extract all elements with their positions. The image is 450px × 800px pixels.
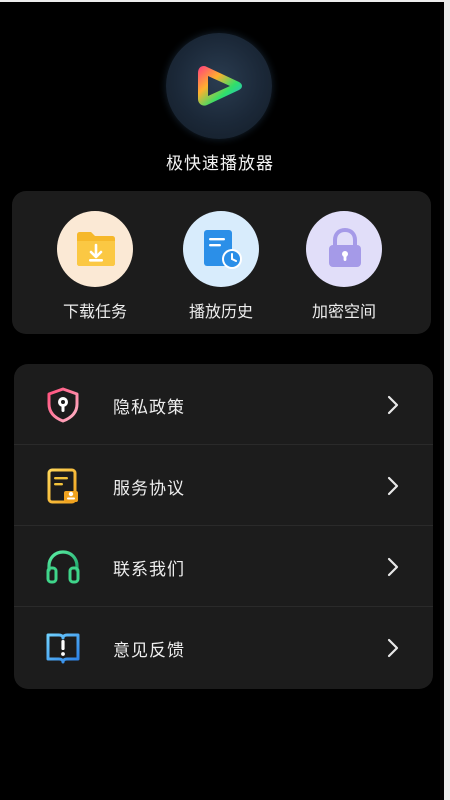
menu-item-service-agreement[interactable]: 服务协议 [14, 445, 433, 526]
history-document-clock-icon [204, 230, 242, 269]
contact-us-label: 联系我们 [113, 560, 185, 580]
chevron-right-icon [387, 395, 399, 415]
play-triangle-logo-icon [198, 66, 242, 106]
menu-item-feedback[interactable]: 意见反馈 [14, 607, 433, 688]
encrypted-space-label: 加密空间 [311, 302, 376, 321]
service-agreement-label: 服务协议 [113, 479, 185, 499]
app-name: 极快速播放器 [166, 154, 274, 174]
feedback-book-icon [46, 633, 80, 664]
feedback-label: 意见反馈 [113, 641, 185, 661]
app-logo [166, 33, 272, 139]
chevron-right-icon [387, 638, 399, 658]
privacy-policy-label: 隐私政策 [113, 398, 185, 418]
download-tasks-label: 下载任务 [62, 302, 127, 321]
settings-menu: 隐私政策 服务协议 联系我们 意见反馈 [14, 364, 433, 689]
chevron-right-icon [387, 476, 399, 496]
encrypted-space-icon-bg [306, 211, 382, 287]
right-border [444, 0, 450, 800]
play-history-label: 播放历史 [188, 302, 253, 321]
chevron-right-icon [387, 557, 399, 577]
agreement-document-icon [47, 468, 78, 504]
download-tasks-button[interactable]: 下载任务 [35, 211, 155, 321]
top-border [0, 0, 450, 2]
menu-item-contact-us[interactable]: 联系我们 [14, 526, 433, 607]
shield-keyhole-icon [47, 387, 79, 423]
quick-actions-card: 下载任务 播放历史 加密空间 [12, 191, 431, 334]
play-history-button[interactable]: 播放历史 [161, 211, 281, 321]
menu-item-privacy-policy[interactable]: 隐私政策 [14, 364, 433, 445]
lock-icon [329, 227, 361, 267]
play-history-icon-bg [183, 211, 259, 287]
headset-icon [46, 550, 80, 584]
download-folder-icon [77, 232, 115, 266]
download-tasks-icon-bg [57, 211, 133, 287]
app-screen: 极快速播放器 下载任务 播放历史 加密空间 隐私政策 服务协议 联系我们 意见反… [0, 0, 450, 800]
encrypted-space-button[interactable]: 加密空间 [284, 211, 404, 321]
